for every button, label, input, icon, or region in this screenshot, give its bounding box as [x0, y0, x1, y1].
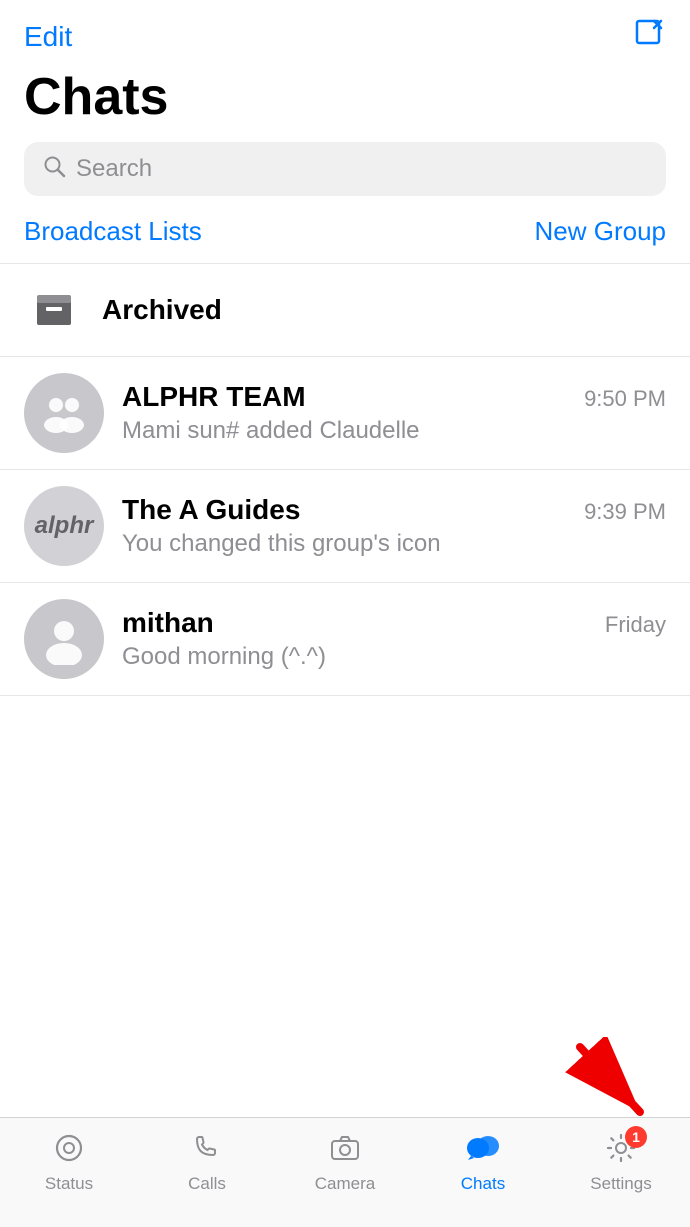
chat-content-mithan: mithan Friday Good morning (^.^)	[122, 607, 666, 671]
new-group-link[interactable]: New Group	[535, 216, 667, 247]
chat-time-a-guides: 9:39 PM	[584, 499, 666, 525]
chat-preview-mithan: Good morning (^.^)	[122, 643, 666, 671]
chat-name-a-guides: The A Guides	[122, 494, 300, 526]
chat-content-alphr-team: ALPHR TEAM 9:50 PM Mami sun# added Claud…	[122, 381, 666, 445]
tab-chats[interactable]: Chats	[433, 1132, 533, 1194]
avatar-a-guides: alphr	[24, 486, 104, 566]
page-title: Chats	[24, 65, 666, 142]
chats-icon	[465, 1132, 501, 1170]
avatar-mithan	[24, 599, 104, 679]
avatar-alphr-team	[24, 373, 104, 453]
archived-label: Archived	[102, 294, 222, 326]
chat-header-row-mithan: mithan Friday	[122, 607, 666, 639]
chat-preview-a-guides: You changed this group's icon	[122, 530, 666, 558]
search-icon	[42, 154, 66, 184]
camera-icon	[329, 1132, 361, 1170]
broadcast-lists-link[interactable]: Broadcast Lists	[24, 216, 202, 247]
tab-settings-label: Settings	[590, 1174, 651, 1194]
tab-status[interactable]: Status	[19, 1132, 119, 1194]
action-row: Broadcast Lists New Group	[0, 216, 690, 264]
chat-header-row: ALPHR TEAM 9:50 PM	[122, 381, 666, 413]
chat-content-a-guides: The A Guides 9:39 PM You changed this gr…	[122, 494, 666, 558]
tab-settings[interactable]: 1 Settings	[571, 1132, 671, 1194]
compose-icon[interactable]	[632, 16, 666, 57]
calls-icon	[191, 1132, 223, 1170]
avatar-text-a-guides: alphr	[35, 512, 94, 540]
search-bar[interactable]: Search	[24, 142, 666, 196]
edit-button[interactable]: Edit	[24, 21, 72, 53]
chat-list: ALPHR TEAM 9:50 PM Mami sun# added Claud…	[0, 357, 690, 696]
chat-item-alphr-team[interactable]: ALPHR TEAM 9:50 PM Mami sun# added Claud…	[0, 357, 690, 470]
tab-status-label: Status	[45, 1174, 93, 1194]
header-top: Edit	[24, 16, 666, 65]
tab-calls[interactable]: Calls	[157, 1132, 257, 1194]
chat-item-mithan[interactable]: mithan Friday Good morning (^.^)	[0, 583, 690, 696]
chat-time-mithan: Friday	[605, 612, 666, 638]
chat-name-mithan: mithan	[122, 607, 214, 639]
chat-header-row-a-guides: The A Guides 9:39 PM	[122, 494, 666, 526]
chat-preview: Mami sun# added Claudelle	[122, 417, 666, 445]
settings-badge: 1	[625, 1126, 647, 1148]
tab-camera[interactable]: Camera	[295, 1132, 395, 1194]
chat-name: ALPHR TEAM	[122, 381, 306, 413]
header: Edit Chats Search	[0, 0, 690, 196]
tab-chats-label: Chats	[461, 1174, 505, 1194]
status-icon	[53, 1132, 85, 1170]
search-placeholder: Search	[76, 155, 152, 183]
chat-item-a-guides[interactable]: alphr The A Guides 9:39 PM You changed t…	[0, 470, 690, 583]
tab-bar: Status Calls Camera Cha	[0, 1117, 690, 1227]
tab-camera-label: Camera	[315, 1174, 375, 1194]
settings-icon: 1	[605, 1132, 637, 1170]
chat-time: 9:50 PM	[584, 386, 666, 412]
archive-icon-box	[24, 280, 84, 340]
tab-calls-label: Calls	[188, 1174, 226, 1194]
archived-row[interactable]: Archived	[0, 264, 690, 357]
